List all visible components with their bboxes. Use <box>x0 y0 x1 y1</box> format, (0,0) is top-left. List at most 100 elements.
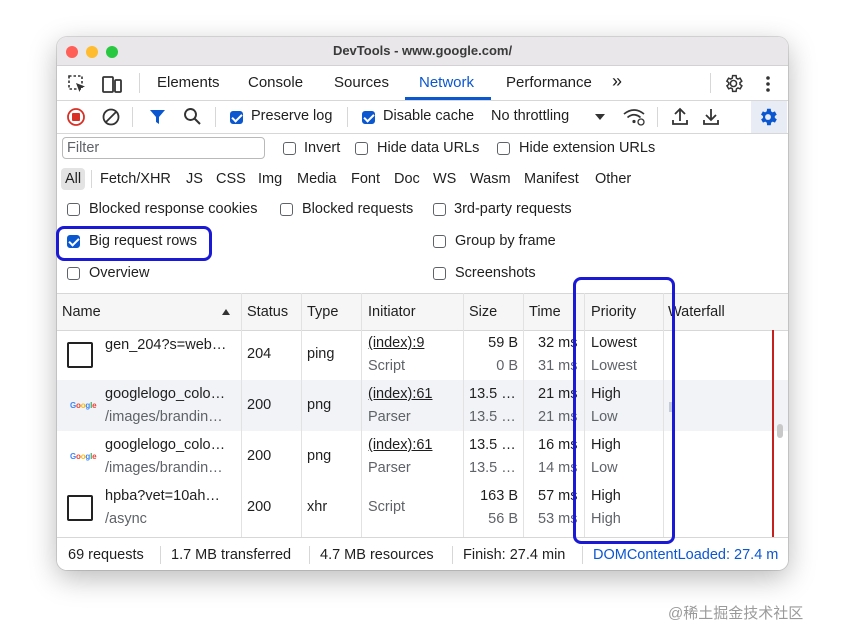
table-row[interactable]: Google googlelogo_colo… /images/brandin…… <box>57 431 788 482</box>
third-party-requests-checkbox[interactable] <box>433 203 446 216</box>
divider <box>160 546 161 564</box>
column-waterfall[interactable]: Waterfall <box>668 304 725 320</box>
blocked-requests-label: Blocked requests <box>302 201 414 217</box>
devtools-window: DevTools - www.google.com/ Elements Cons… <box>57 37 788 570</box>
request-status: 204 <box>247 346 272 362</box>
request-path: /async <box>105 511 147 527</box>
sort-ascending-icon[interactable] <box>221 308 231 316</box>
settings-gear-icon[interactable] <box>723 73 744 94</box>
hide-data-urls-checkbox[interactable] <box>355 142 368 155</box>
google-logo-thumbnail: Google <box>70 401 97 410</box>
request-type: png <box>307 448 332 464</box>
filter-input[interactable]: Filter <box>62 137 265 159</box>
column-name[interactable]: Name <box>62 304 101 320</box>
table-row[interactable]: Google googlelogo_colo… /images/brandin…… <box>57 380 788 431</box>
chevron-down-icon[interactable] <box>594 112 606 122</box>
invert-checkbox[interactable] <box>283 142 296 155</box>
hide-extension-urls-label: Hide extension URLs <box>519 140 656 156</box>
type-filter-img[interactable]: Img <box>258 171 282 187</box>
big-request-rows-highlight <box>56 226 212 261</box>
import-har-icon[interactable] <box>670 106 690 127</box>
more-tabs-icon[interactable]: » <box>612 71 622 92</box>
request-initiator-link[interactable]: (index):61 <box>368 437 432 453</box>
type-filter-js[interactable]: JS <box>186 171 203 187</box>
tab-performance[interactable]: Performance <box>506 74 592 91</box>
column-divider <box>241 293 242 537</box>
type-filter-doc[interactable]: Doc <box>394 171 420 187</box>
type-filter-media[interactable]: Media <box>297 171 337 187</box>
tab-network[interactable]: Network <box>419 74 474 91</box>
resources-size: 4.7 MB resources <box>320 547 434 563</box>
screenshots-label: Screenshots <box>455 265 536 281</box>
network-settings-icon[interactable] <box>757 106 779 128</box>
type-filter-fetch-xhr[interactable]: Fetch/XHR <box>100 171 171 187</box>
overview-checkbox[interactable] <box>67 267 80 280</box>
network-conditions-icon[interactable] <box>622 107 646 127</box>
google-logo-thumbnail: Google <box>70 452 97 461</box>
throttling-select[interactable]: No throttling <box>491 108 569 124</box>
panel-tabs: Elements Console Sources Network Perform… <box>57 66 788 101</box>
type-filter-other[interactable]: Other <box>595 171 631 187</box>
tab-sources[interactable]: Sources <box>334 74 389 91</box>
request-name: googlelogo_colo… <box>105 437 226 453</box>
export-har-icon[interactable] <box>701 106 721 127</box>
filter-icon[interactable] <box>149 108 166 126</box>
type-filter-all[interactable]: All <box>65 171 81 187</box>
inspect-element-icon[interactable] <box>67 74 87 94</box>
request-status: 200 <box>247 499 272 515</box>
tab-elements[interactable]: Elements <box>157 74 220 91</box>
request-time: 32 ms <box>538 335 578 351</box>
request-initiator-type: Parser <box>368 409 411 425</box>
type-filter-wasm[interactable]: Wasm <box>470 171 511 187</box>
request-path: /images/brandin… <box>105 409 223 425</box>
screenshots-checkbox[interactable] <box>433 267 446 280</box>
request-initiator-link[interactable]: (index):61 <box>368 386 432 402</box>
tab-console[interactable]: Console <box>248 74 303 91</box>
column-initiator[interactable]: Initiator <box>368 304 416 320</box>
type-filter-manifest[interactable]: Manifest <box>524 171 579 187</box>
column-time[interactable]: Time <box>529 304 561 320</box>
column-type[interactable]: Type <box>307 304 338 320</box>
search-icon[interactable] <box>183 107 202 126</box>
type-filter-css[interactable]: CSS <box>216 171 246 187</box>
request-time: 57 ms <box>538 488 578 504</box>
device-toolbar-icon[interactable] <box>101 74 123 94</box>
request-resource-size: 13.5 … <box>469 460 516 476</box>
type-filter-ws[interactable]: WS <box>433 171 456 187</box>
divider <box>309 546 310 564</box>
blocked-response-cookies-checkbox[interactable] <box>67 203 80 216</box>
requests-count: 69 requests <box>68 547 144 563</box>
record-stop-icon[interactable] <box>66 107 86 127</box>
blocked-requests-checkbox[interactable] <box>280 203 293 216</box>
divider <box>582 546 583 564</box>
more-options-icon[interactable] <box>763 74 773 94</box>
transferred-size: 1.7 MB transferred <box>171 547 292 563</box>
request-resource-size: 0 B <box>496 358 518 374</box>
finish-time: Finish: 27.4 min <box>463 547 566 563</box>
type-filter-font[interactable]: Font <box>351 171 380 187</box>
filter-placeholder: Filter <box>67 140 100 156</box>
divider <box>452 546 453 564</box>
request-name: gen_204?s=web… <box>105 337 227 353</box>
clear-icon[interactable] <box>101 107 121 127</box>
request-path: /images/brandin… <box>105 460 223 476</box>
scrollbar-thumb[interactable] <box>777 424 783 438</box>
hide-extension-urls-checkbox[interactable] <box>497 142 510 155</box>
preserve-log-checkbox[interactable] <box>230 111 243 124</box>
column-divider <box>523 293 524 537</box>
request-initiator-link[interactable]: (index):9 <box>368 335 424 351</box>
request-size: 13.5 … <box>469 437 516 453</box>
divider <box>139 73 140 93</box>
request-status: 200 <box>247 448 272 464</box>
watermark-text: @稀土掘金技术社区 <box>668 605 804 622</box>
request-initiator-type: Script <box>368 499 406 515</box>
disable-cache-checkbox[interactable] <box>362 111 375 124</box>
table-row[interactable]: gen_204?s=web… 204 ping (index):9 Script… <box>57 329 788 380</box>
disable-cache-label: Disable cache <box>383 108 475 124</box>
column-status[interactable]: Status <box>247 304 288 320</box>
group-by-frame-checkbox[interactable] <box>433 235 446 248</box>
column-size[interactable]: Size <box>469 304 497 320</box>
status-bar: 69 requests 1.7 MB transferred 4.7 MB re… <box>57 537 788 570</box>
request-time: 21 ms <box>538 386 578 402</box>
table-row[interactable]: hpba?vet=10ah… /async 200 xhr Script 163… <box>57 482 788 537</box>
